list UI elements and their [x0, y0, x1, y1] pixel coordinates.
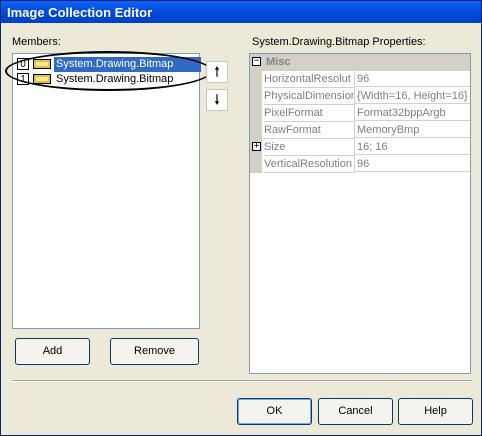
- divider: [12, 380, 472, 382]
- cancel-button[interactable]: Cancel: [318, 398, 393, 425]
- property-value[interactable]: MemoryBmp: [355, 122, 470, 138]
- image-collection-editor-dialog: Image Collection Editor Members: 0 Syste…: [0, 0, 482, 436]
- arrow-up-icon: 🠑: [214, 64, 220, 79]
- list-item[interactable]: 1 System.Drawing.Bitmap: [15, 72, 199, 87]
- help-button[interactable]: Help: [398, 398, 473, 425]
- add-button[interactable]: Add: [15, 338, 90, 365]
- property-row[interactable]: HorizontalResolut 96: [250, 71, 470, 88]
- property-value[interactable]: 96: [355, 156, 470, 172]
- move-down-button[interactable]: 🠓: [206, 89, 228, 111]
- property-row[interactable]: + Size 16; 16: [250, 139, 470, 156]
- property-name: PixelFormat: [264, 105, 355, 122]
- property-grid[interactable]: − Misc HorizontalResolut 96 PhysicalDime…: [249, 53, 471, 374]
- members-label: Members:: [12, 36, 61, 48]
- property-name: VerticalResolution: [264, 156, 355, 173]
- arrow-down-icon: 🠓: [214, 92, 220, 107]
- property-name: PhysicalDimension: [264, 88, 355, 105]
- category-row[interactable]: − Misc: [250, 54, 470, 71]
- list-item[interactable]: 0 System.Drawing.Bitmap: [15, 57, 201, 72]
- property-name: RawFormat: [264, 122, 355, 139]
- collapse-icon[interactable]: −: [252, 57, 261, 66]
- item-index: 0: [17, 58, 29, 70]
- category-label: Misc: [266, 56, 291, 68]
- title-bar[interactable]: Image Collection Editor: [1, 1, 481, 23]
- property-row[interactable]: PixelFormat Format32bppArgb: [250, 105, 470, 122]
- item-label: System.Drawing.Bitmap: [56, 73, 174, 85]
- property-row[interactable]: RawFormat MemoryBmp: [250, 122, 470, 139]
- property-value[interactable]: 96: [355, 71, 470, 87]
- window-title: Image Collection Editor: [7, 5, 153, 20]
- members-list[interactable]: 0 System.Drawing.Bitmap 1 System.Drawing…: [12, 53, 201, 329]
- bitmap-icon: [33, 59, 51, 69]
- property-name: HorizontalResolut: [264, 71, 355, 88]
- ok-button[interactable]: OK: [237, 398, 312, 425]
- expand-icon[interactable]: +: [252, 142, 261, 151]
- property-value[interactable]: {Width=16, Height=16}: [355, 88, 470, 104]
- property-value[interactable]: 16; 16: [355, 139, 470, 155]
- item-label: System.Drawing.Bitmap: [54, 57, 201, 72]
- property-row[interactable]: VerticalResolution 96: [250, 156, 470, 173]
- property-name: Size: [264, 139, 355, 156]
- property-row[interactable]: PhysicalDimension {Width=16, Height=16}: [250, 88, 470, 105]
- properties-label: System.Drawing.Bitmap Properties:: [252, 36, 426, 48]
- property-value[interactable]: Format32bppArgb: [355, 105, 470, 121]
- remove-button[interactable]: Remove: [110, 338, 199, 365]
- bitmap-icon: [33, 74, 51, 84]
- item-index: 1: [17, 73, 29, 85]
- move-up-button[interactable]: 🠑: [206, 61, 228, 83]
